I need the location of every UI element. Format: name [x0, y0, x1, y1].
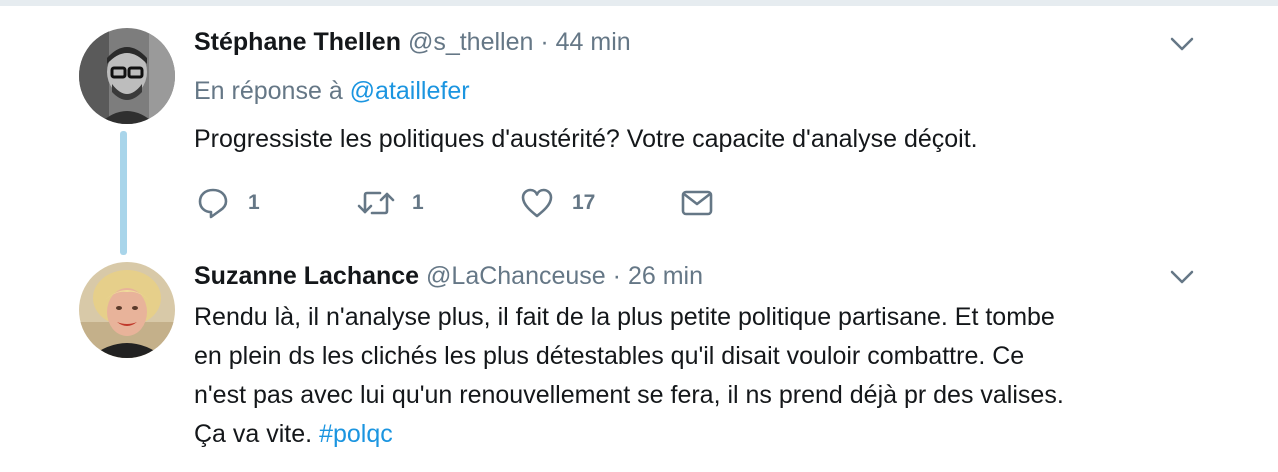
tweet-header: Stéphane Thellen @s_thellen · 44 min — [194, 27, 631, 57]
retweet-count: 1 — [412, 191, 424, 214]
tweet-text-line: Rendu là, il n'analyse plus, il fait de … — [194, 303, 1055, 331]
avatar-image — [79, 262, 175, 358]
tweet-text: Rendu là, il n'analyse plus, il fait de … — [194, 298, 1064, 454]
header-separator: · — [612, 262, 621, 290]
tweet-text-line: n'est pas avec lui qu'un renouvellement … — [194, 381, 1064, 409]
avatar-image — [79, 28, 175, 124]
author-username[interactable]: @LaChanceuse — [426, 262, 606, 290]
reply-icon — [198, 188, 228, 219]
direct-message-button[interactable] — [680, 183, 714, 223]
reply-count: 1 — [248, 191, 260, 214]
tweet-text-line: Ça va vite. #polqc — [194, 415, 1064, 454]
heart-icon — [521, 188, 553, 218]
reply-context: En réponse à @ataillefer — [194, 76, 470, 106]
tweet-text-line: en plein ds les clichés les plus détesta… — [194, 342, 1025, 370]
tweet-text: Progressiste les politiques d'austérité?… — [194, 125, 978, 153]
header-separator: · — [540, 28, 549, 56]
tweet-header: Suzanne Lachance @LaChanceuse · 26 min — [194, 261, 703, 291]
retweet-icon — [357, 191, 395, 215]
timeline: Stéphane Thellen @s_thellen · 44 min En … — [0, 0, 1278, 472]
tweet-timestamp[interactable]: 26 min — [628, 262, 703, 290]
reply-button[interactable]: 1 — [196, 183, 260, 223]
author-fullname[interactable]: Suzanne Lachance — [194, 262, 419, 290]
chevron-down-icon[interactable] — [1168, 34, 1196, 54]
author-fullname[interactable]: Stéphane Thellen — [194, 28, 401, 56]
like-button[interactable]: 17 — [520, 183, 595, 223]
retweet-button[interactable]: 1 — [356, 183, 424, 223]
avatar-suzanne-lachance[interactable] — [79, 262, 175, 358]
envelope-icon — [681, 190, 713, 216]
divider — [0, 0, 1278, 6]
hashtag-link[interactable]: #polqc — [319, 420, 393, 448]
like-count: 17 — [572, 191, 596, 214]
reply-prefix: En réponse à — [194, 77, 343, 105]
chevron-down-icon[interactable] — [1168, 267, 1196, 287]
author-username[interactable]: @s_thellen — [408, 28, 533, 56]
tweet-text-last: Ça va vite. — [194, 420, 313, 448]
thread-connector-line — [120, 131, 127, 255]
tweet-timestamp[interactable]: 44 min — [556, 28, 631, 56]
avatar-stephane-thellen[interactable] — [79, 28, 175, 124]
reply-mention-link[interactable]: @ataillefer — [350, 77, 470, 105]
